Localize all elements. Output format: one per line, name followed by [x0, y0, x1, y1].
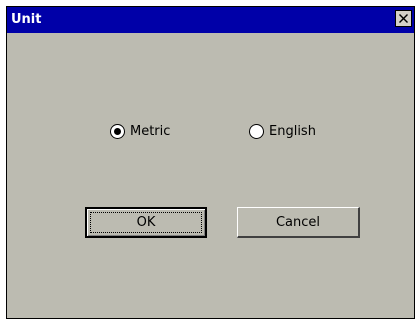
cancel-button[interactable]: Cancel: [237, 207, 360, 238]
cancel-button-label: Cancel: [275, 214, 321, 230]
radio-metric[interactable]: Metric: [110, 121, 170, 141]
ok-button[interactable]: OK: [85, 207, 207, 238]
ok-button-label: OK: [136, 215, 156, 230]
unit-dialog: Unit Metric English OK Cancel: [6, 6, 415, 319]
radio-metric-circle[interactable]: [110, 123, 125, 139]
radio-metric-label[interactable]: Metric: [130, 124, 170, 139]
radio-english-label[interactable]: English: [269, 124, 316, 139]
close-button[interactable]: [395, 10, 412, 27]
radio-selected-dot: [114, 127, 121, 135]
close-icon: [399, 14, 408, 23]
title-bar[interactable]: Unit: [7, 7, 414, 33]
dialog-title: Unit: [11, 12, 42, 27]
radio-english-circle[interactable]: [249, 123, 264, 139]
radio-english[interactable]: English: [249, 121, 316, 141]
